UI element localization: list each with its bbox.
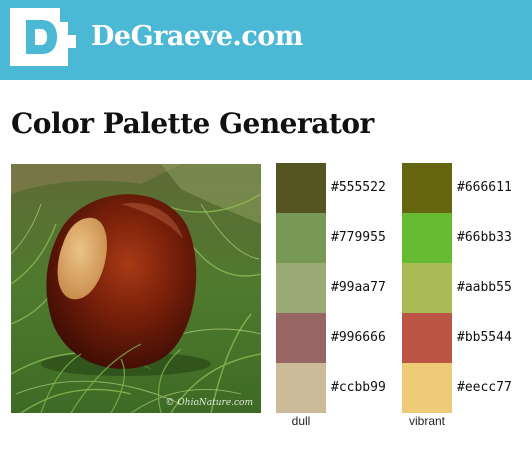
hex-code: #eecc77 — [457, 380, 512, 395]
color-swatch[interactable] — [276, 363, 326, 413]
site-logo[interactable] — [10, 8, 80, 66]
hex-code: #bb5544 — [457, 330, 512, 345]
chestnut-photo-image — [11, 164, 261, 413]
color-swatch[interactable] — [402, 263, 452, 313]
site-name-link[interactable]: DeGraeve.com — [91, 20, 303, 54]
photo-credit: © OhioNature.com — [165, 398, 253, 408]
hex-code: #99aa77 — [331, 280, 386, 295]
palette-label-dull: dull — [291, 414, 311, 428]
color-swatch[interactable] — [276, 213, 326, 263]
color-swatch[interactable] — [402, 163, 452, 213]
hex-code: #66bb33 — [457, 230, 512, 245]
color-swatch[interactable] — [276, 313, 326, 363]
color-swatch[interactable] — [402, 313, 452, 363]
palette-label-vibrant: vibrant — [408, 414, 446, 428]
source-photo: © OhioNature.com — [11, 164, 261, 413]
color-swatch[interactable] — [402, 363, 452, 413]
site-header: DeGraeve.com — [0, 0, 532, 80]
color-swatch[interactable] — [402, 213, 452, 263]
hex-code: #ccbb99 — [331, 380, 386, 395]
hex-code: #996666 — [331, 330, 386, 345]
color-swatch[interactable] — [276, 163, 326, 213]
hex-code: #666611 — [457, 180, 512, 195]
hex-code: #555522 — [331, 180, 386, 195]
color-swatch[interactable] — [276, 263, 326, 313]
hex-code: #779955 — [331, 230, 386, 245]
page-title: Color Palette Generator — [11, 107, 374, 140]
hex-code: #aabb55 — [457, 280, 512, 295]
logo-d-icon — [10, 8, 76, 66]
